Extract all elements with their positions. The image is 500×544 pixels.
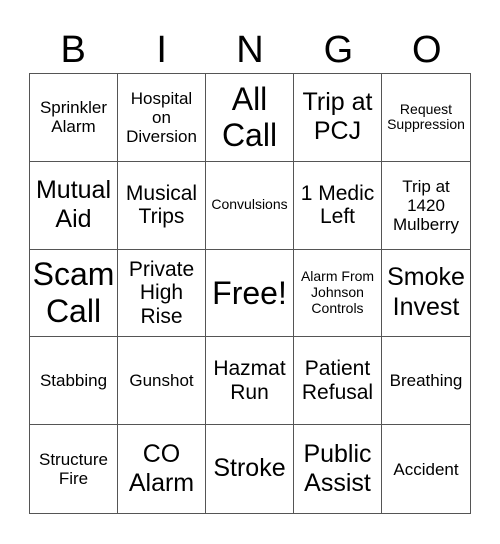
bingo-cell[interactable]: Hazmat Run — [206, 337, 294, 426]
bingo-cell[interactable]: Hospital on Diversion — [118, 74, 206, 162]
header-letter-i: I — [156, 29, 167, 71]
bingo-cell[interactable]: 1 Medic Left — [294, 161, 382, 250]
bingo-cell[interactable]: Smoke Invest — [382, 250, 470, 338]
bingo-cell[interactable]: Trip at PCJ — [294, 74, 382, 162]
header-letter-b: B — [60, 29, 86, 71]
bingo-cell[interactable]: CO Alarm — [118, 425, 206, 513]
header-letter-n: N — [236, 29, 264, 71]
bingo-cell[interactable]: Trip at 1420 Mulberry — [382, 162, 470, 250]
bingo-cell[interactable]: Mutual Aid — [30, 161, 118, 250]
bingo-cell[interactable]: Alarm From Johnson Controls — [294, 249, 382, 338]
free-space-cell[interactable]: Free! — [206, 249, 294, 338]
bingo-cell[interactable]: Musical Trips — [118, 161, 206, 250]
bingo-cell[interactable]: Structure Fire — [30, 425, 118, 513]
bingo-cell[interactable]: Sprinkler Alarm — [30, 74, 118, 162]
bingo-cell[interactable]: Convulsions — [206, 161, 294, 250]
bingo-cell[interactable]: Request Suppression — [382, 74, 470, 162]
bingo-cell[interactable]: Scam Call — [30, 249, 118, 338]
bingo-cell[interactable]: Gunshot — [118, 337, 206, 426]
bingo-cell[interactable]: Accident — [382, 425, 470, 513]
bingo-cell[interactable]: Private High Rise — [118, 249, 206, 338]
bingo-cell[interactable]: Public Assist — [294, 425, 382, 513]
bingo-card-grid: Sprinkler Alarm Hospital on Diversion Al… — [29, 73, 471, 514]
header-letter-g: G — [323, 29, 354, 71]
bingo-cell[interactable]: Stabbing — [30, 337, 118, 426]
bingo-cell[interactable]: All Call — [206, 74, 294, 162]
bingo-cell[interactable]: Breathing — [382, 337, 470, 426]
bingo-header: B I N G O — [29, 28, 471, 72]
header-letter-o: O — [412, 29, 442, 71]
bingo-cell[interactable]: Stroke — [206, 425, 294, 513]
bingo-cell[interactable]: Patient Refusal — [294, 337, 382, 426]
